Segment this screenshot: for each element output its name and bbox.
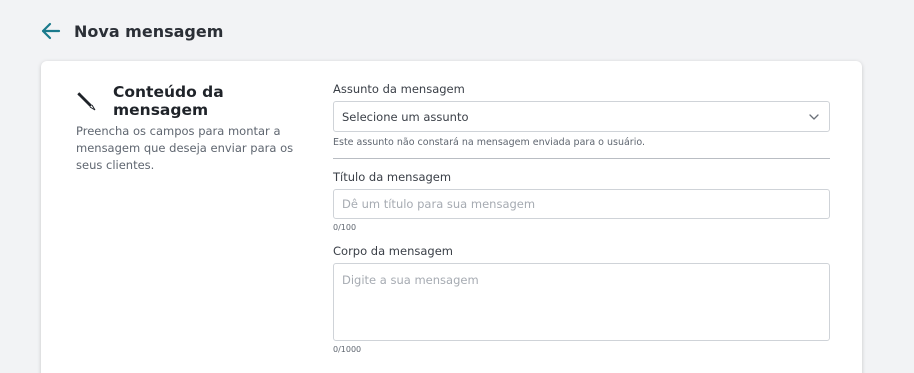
title-label: Título da mensagem	[333, 170, 452, 184]
pen-icon	[76, 90, 98, 112]
subject-select[interactable]: Selecione um assunto	[333, 101, 830, 132]
page-title: Nova mensagem	[74, 21, 224, 41]
page-header: Nova mensagem	[40, 18, 223, 44]
body-char-counter: 0/1000	[333, 345, 362, 354]
section-header: Conteúdo da mensagem	[76, 83, 316, 119]
chevron-down-icon	[808, 111, 820, 123]
section-info: Conteúdo da mensagem Preencha os campos …	[76, 83, 316, 174]
back-button[interactable]	[40, 20, 62, 42]
title-input[interactable]	[333, 189, 830, 219]
message-content-card: Conteúdo da mensagem Preencha os campos …	[41, 61, 862, 373]
section-title: Conteúdo da mensagem	[113, 83, 224, 119]
section-description: Preencha os campos para montar a mensage…	[76, 124, 294, 172]
message-form: Assunto da mensagem Selecione um assunto…	[333, 81, 830, 355]
body-label: Corpo da mensagem	[333, 244, 453, 258]
subject-select-value: Selecione um assunto	[342, 109, 469, 124]
title-char-counter: 0/100	[333, 223, 357, 232]
subject-label: Assunto da mensagem	[333, 82, 465, 96]
arrow-left-icon	[41, 22, 61, 40]
body-textarea[interactable]	[333, 263, 830, 341]
subject-helper-text: Este assunto não constará na mensagem en…	[333, 137, 646, 148]
